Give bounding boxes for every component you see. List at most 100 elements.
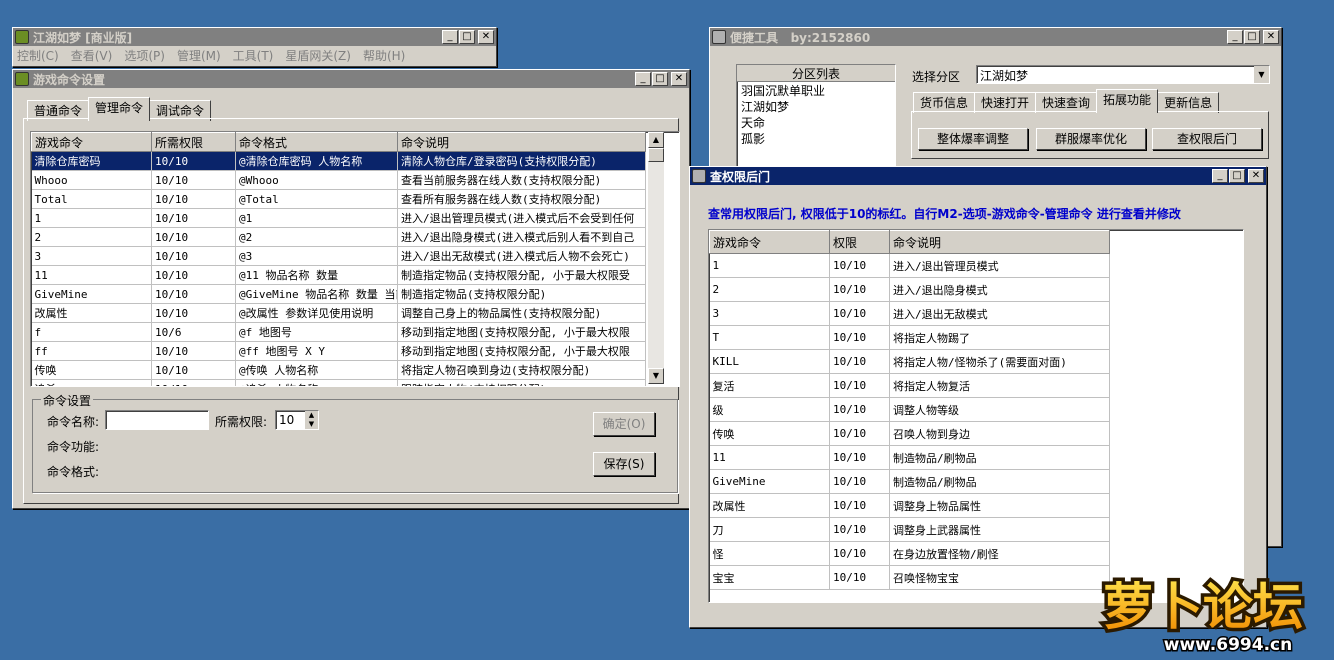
- table-row[interactable]: 改属性 10/10 @改属性 参数详见使用说明 调整自己身上的物品属性(支持权限分配): [31, 303, 646, 323]
- menu-gateway[interactable]: 星盾网关(Z): [285, 47, 351, 64]
- table-row[interactable]: 1 10/10 进入/退出管理员模式: [709, 253, 1110, 278]
- maximize-icon[interactable]: □: [1229, 169, 1245, 183]
- table-row[interactable]: 3 10/10 进入/退出无敌模式: [709, 301, 1110, 326]
- scroll-up-icon[interactable]: ▲: [648, 132, 664, 148]
- tab-quick-query[interactable]: 快速查询: [1035, 92, 1098, 113]
- table-row[interactable]: 怪 10/10 在身边放置怪物/刷怪: [709, 541, 1110, 566]
- table-row[interactable]: f 10/6 @f 地图号 移动到指定地图(支持权限分配, 小于最大权限: [31, 322, 646, 342]
- close-icon[interactable]: ✕: [1248, 169, 1264, 183]
- close-icon[interactable]: ✕: [1263, 30, 1279, 44]
- table-row[interactable]: 宝宝 10/10 召唤怪物宝宝: [709, 565, 1110, 590]
- table-cell: 10/10: [829, 517, 890, 542]
- table-row[interactable]: 复活 10/10 将指定人物复活: [709, 373, 1110, 398]
- column-header-permission[interactable]: 所需权限: [151, 132, 236, 152]
- scroll-down-icon[interactable]: ▼: [648, 368, 664, 384]
- tab-quick-open[interactable]: 快速打开: [974, 92, 1037, 113]
- table-cell: 进入/退出管理员模式: [889, 253, 1110, 278]
- command-name-input[interactable]: [105, 410, 209, 430]
- table-row[interactable]: 级 10/10 调整人物等级: [709, 397, 1110, 422]
- minimize-icon[interactable]: _: [1227, 30, 1243, 44]
- table-cell: @2: [235, 227, 398, 247]
- quick-tool-titlebar[interactable]: 便捷工具 by:2152860 _ □ ✕: [710, 28, 1281, 46]
- minimize-icon[interactable]: _: [442, 30, 458, 44]
- table-row[interactable]: Total 10/10 @Total 查看所有服务器在线人数(支持权限分配): [31, 189, 646, 209]
- command-table-scrollbar[interactable]: ▲ ▼: [648, 132, 664, 384]
- column-header-description[interactable]: 命令说明: [397, 132, 646, 152]
- column-header-command[interactable]: 游戏命令: [31, 132, 152, 152]
- maximize-icon[interactable]: □: [652, 72, 668, 86]
- table-row[interactable]: Whooo 10/10 @Whooo 查看当前服务器在线人数(支持权限分配): [31, 170, 646, 190]
- table-row[interactable]: 追杀10/10@追杀 人物名称跟踪指定人物(支持权限分配): [31, 379, 646, 386]
- minimize-icon[interactable]: _: [1212, 169, 1228, 183]
- tab-currency-info[interactable]: 货币信息: [913, 92, 976, 113]
- main-window-titlebar[interactable]: 江湖如梦 [商业版] _ □ ✕: [13, 28, 496, 46]
- column-header-permission[interactable]: 权限: [829, 230, 890, 254]
- table-row[interactable]: 2 10/10 @2 进入/退出隐身模式(进入模式后别人看不到自己: [31, 227, 646, 247]
- table-cell: 3: [31, 246, 152, 266]
- zone-list-item[interactable]: 江湖如梦: [741, 98, 895, 114]
- scroll-thumb[interactable]: [648, 148, 664, 162]
- zone-list-item[interactable]: 羽国沉默单职业: [741, 82, 895, 98]
- table-row[interactable]: 2 10/10 进入/退出隐身模式: [709, 277, 1110, 302]
- column-header-description[interactable]: 命令说明: [889, 230, 1110, 254]
- table-row[interactable]: 3 10/10 @3 进入/退出无敌模式(进入模式后人物不会死亡): [31, 246, 646, 266]
- menu-manage[interactable]: 管理(M): [177, 47, 221, 64]
- table-cell: 10/10: [829, 421, 890, 446]
- table-row[interactable]: 改属性 10/10 调整身上物品属性: [709, 493, 1110, 518]
- menu-tools[interactable]: 工具(T): [233, 47, 274, 64]
- maximize-icon[interactable]: □: [1244, 30, 1260, 44]
- table-cell: 2: [31, 227, 152, 247]
- table-row[interactable]: ff 10/10 @ff 地图号 X Y 移动到指定地图(支持权限分配, 小于最大权限: [31, 341, 646, 361]
- save-button[interactable]: 保存(S): [593, 452, 655, 476]
- backdoor-table[interactable]: 游戏命令 权限 命令说明 1 10/10 进入/退出管理员模式 2 10/10 进入/退出…: [708, 229, 1244, 603]
- menu-help[interactable]: 帮助(H): [363, 47, 405, 64]
- zone-list[interactable]: 分区列表 羽国沉默单职业 江湖如梦 天命 孤影: [736, 64, 896, 174]
- table-row[interactable]: 1 10/10 @1 进入/退出管理员模式(进入模式后不会受到任何: [31, 208, 646, 228]
- table-row[interactable]: GiveMine 10/10 @GiveMine 物品名称 数量 当前 制造指定物品(…: [31, 284, 646, 304]
- tab-extended-functions[interactable]: 拓展功能: [1096, 89, 1159, 113]
- table-row[interactable]: 传唤 10/10 召唤人物到身边: [709, 421, 1110, 446]
- confirm-button[interactable]: 确定(O): [593, 412, 655, 436]
- table-cell: @f 地图号: [235, 322, 398, 342]
- menu-control[interactable]: 控制(C): [17, 47, 59, 64]
- table-row[interactable]: 11 10/10 @11 物品名称 数量 制造指定物品(支持权限分配, 小于最大权限受: [31, 265, 646, 285]
- close-icon[interactable]: ✕: [671, 72, 687, 86]
- permission-spinner[interactable]: 10 ▲ ▼: [275, 410, 319, 430]
- dropdown-arrow-icon[interactable]: ▼: [1254, 66, 1269, 83]
- table-cell: 查看所有服务器在线人数(支持权限分配): [397, 189, 646, 209]
- zone-list-item[interactable]: 天命: [741, 114, 895, 130]
- table-row[interactable]: T 10/10 将指定人物踢了: [709, 325, 1110, 350]
- table-row[interactable]: 11 10/10 制造物品/刷物品: [709, 445, 1110, 470]
- table-cell: 2: [709, 277, 830, 302]
- group-droprate-button[interactable]: 群服爆率优化: [1036, 128, 1146, 150]
- overall-droprate-button[interactable]: 整体爆率调整: [918, 128, 1028, 150]
- menu-options[interactable]: 选项(P): [124, 47, 165, 64]
- table-cell: @Whooo: [235, 170, 398, 190]
- menu-view[interactable]: 查看(V): [71, 47, 113, 64]
- table-cell: 制造物品/刷物品: [889, 445, 1110, 470]
- tab-update-info[interactable]: 更新信息: [1157, 92, 1220, 113]
- zone-select[interactable]: 江湖如梦 ▼: [976, 65, 1270, 84]
- minimize-icon[interactable]: _: [635, 72, 651, 86]
- close-icon[interactable]: ✕: [478, 30, 494, 44]
- table-row[interactable]: GiveMine 10/10 制造物品/刷物品: [709, 469, 1110, 494]
- zone-list-item[interactable]: 孤影: [741, 130, 895, 146]
- table-row[interactable]: 刀 10/10 调整身上武器属性: [709, 517, 1110, 542]
- command-dialog-titlebar[interactable]: 游戏命令设置 _ □ ✕: [13, 70, 689, 88]
- main-window-title: 江湖如梦 [商业版]: [33, 30, 133, 45]
- command-table[interactable]: 游戏命令 所需权限 命令格式 命令说明 清除仓库密码 10/10 @清除仓库密码 人…: [30, 131, 680, 387]
- maximize-icon[interactable]: □: [459, 30, 475, 44]
- column-header-command[interactable]: 游戏命令: [709, 230, 830, 254]
- spinner-arrows-icon[interactable]: ▲ ▼: [305, 411, 318, 429]
- table-row[interactable]: KILL 10/10 将指定人物/怪物杀了(需要面对面): [709, 349, 1110, 374]
- column-header-format[interactable]: 命令格式: [235, 132, 398, 152]
- table-cell: 进入/退出管理员模式(进入模式后不会受到任何: [397, 208, 646, 228]
- table-row[interactable]: 清除仓库密码 10/10 @清除仓库密码 人物名称 清除人物仓库/登录密码(支持权限分…: [31, 151, 646, 171]
- check-backdoor-button[interactable]: 查权限后门: [1152, 128, 1262, 150]
- backdoor-titlebar[interactable]: 查权限后门 _ □ ✕: [690, 167, 1266, 185]
- table-row[interactable]: 传唤 10/10 @传唤 人物名称 将指定人物召唤到身边(支持权限分配): [31, 360, 646, 380]
- table-cell: 追杀: [31, 379, 152, 386]
- tab-admin-commands[interactable]: 管理命令: [88, 97, 151, 121]
- quick-tool-tabs: 货币信息 快速打开 快速查询 拓展功能 更新信息: [913, 89, 1220, 113]
- table-cell: @Total: [235, 189, 398, 209]
